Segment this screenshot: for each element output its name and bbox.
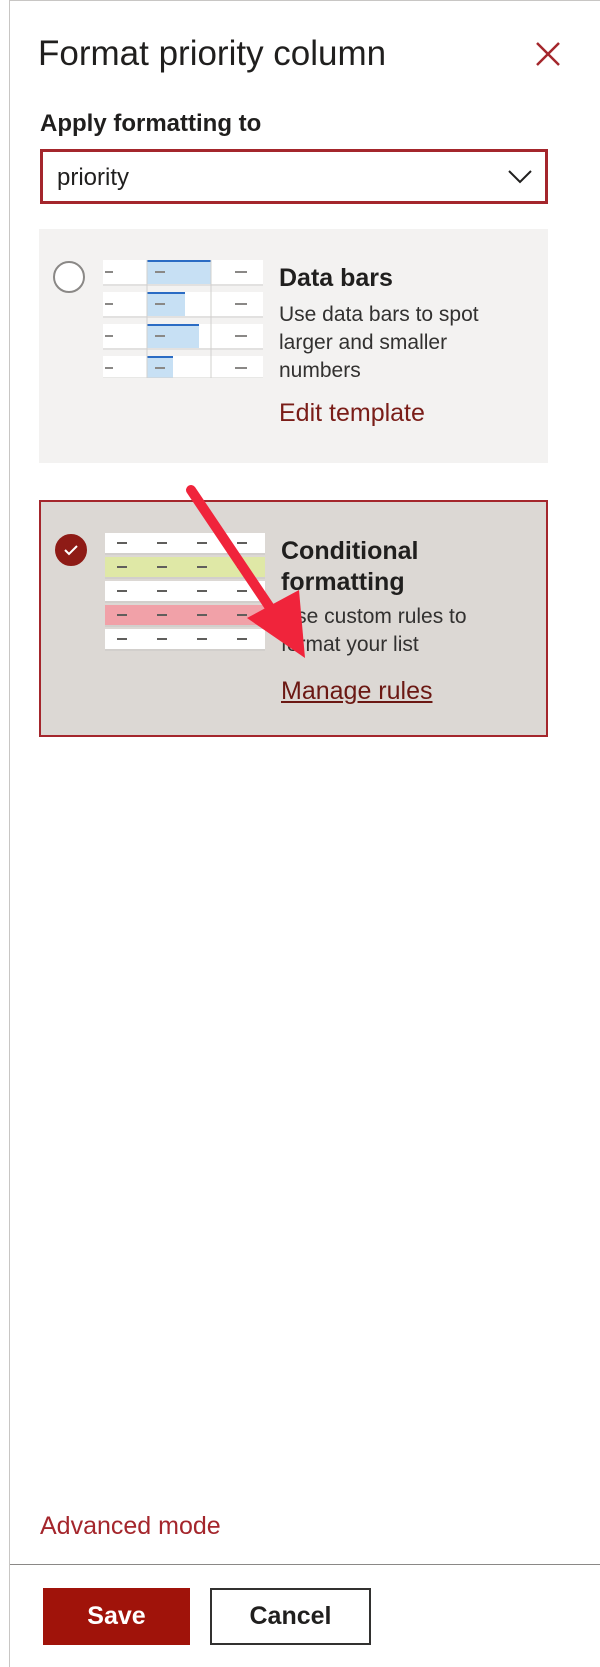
cancel-button[interactable]: Cancel: [210, 1588, 371, 1645]
data-bars-radio[interactable]: [53, 261, 85, 293]
dropdown-selected-value: priority: [57, 164, 130, 191]
conditional-formatting-option[interactable]: Conditional formatting Use custom rules …: [39, 500, 548, 737]
save-button[interactable]: Save: [43, 1588, 190, 1645]
panel-title: Format priority column: [38, 34, 387, 73]
conditional-formatting-description: Use custom rules to format your list: [281, 605, 467, 656]
conditional-formatting-title: Conditional formatting: [281, 537, 419, 596]
data-bars-title: Data bars: [279, 264, 393, 292]
checkmark-icon: [64, 545, 78, 556]
conditional-formatting-thumbnail: [105, 531, 265, 651]
advanced-mode-link[interactable]: Advanced mode: [40, 1512, 221, 1541]
data-bars-description: Use data bars to spot larger and smaller…: [279, 303, 479, 382]
chevron-down-icon: [508, 170, 532, 184]
manage-rules-link[interactable]: Manage rules: [281, 677, 432, 706]
footer-divider: [10, 1564, 600, 1565]
data-bars-option[interactable]: Data bars Use data bars to spot larger a…: [39, 229, 548, 463]
data-bars-thumbnail: [103, 258, 263, 378]
apply-formatting-label: Apply formatting to: [40, 110, 262, 137]
apply-formatting-dropdown[interactable]: priority: [40, 149, 548, 204]
close-button[interactable]: [534, 40, 562, 68]
close-icon: [536, 42, 560, 66]
conditional-formatting-radio[interactable]: [55, 534, 87, 566]
edit-template-link[interactable]: Edit template: [279, 399, 425, 428]
